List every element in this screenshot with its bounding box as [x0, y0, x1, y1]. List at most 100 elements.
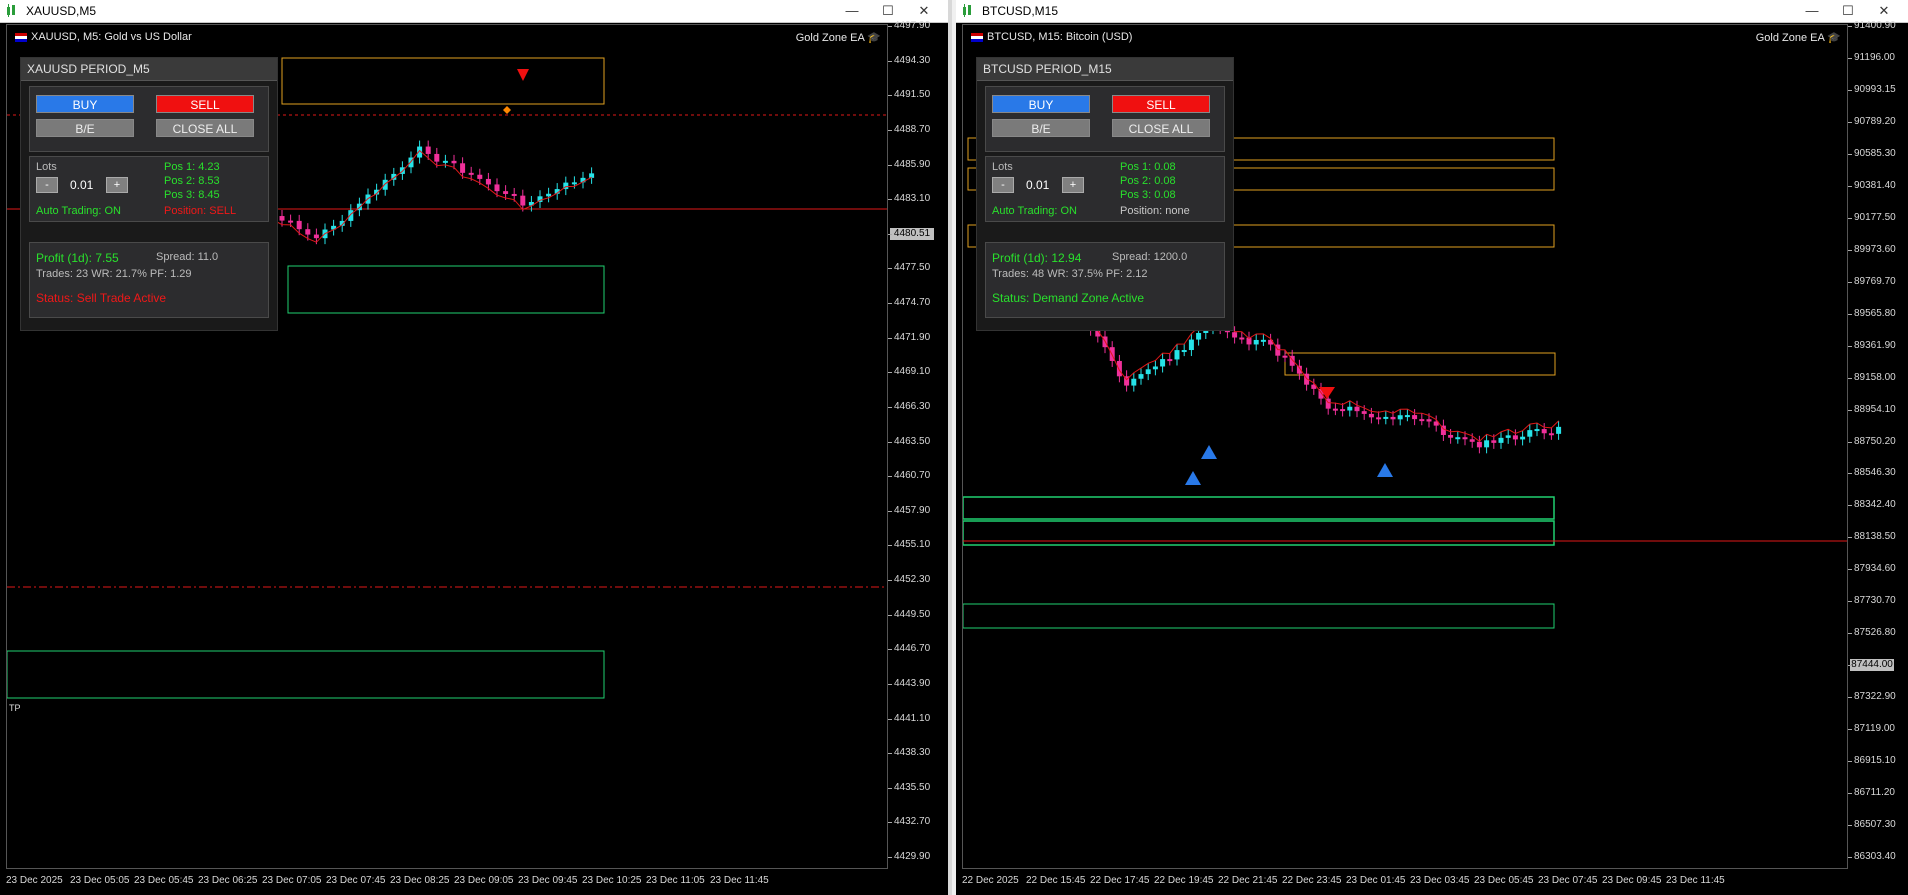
price-tick-mark [1848, 249, 1852, 251]
price-tick: 88546.30 [1854, 467, 1896, 479]
close-all-button[interactable]: CLOSE ALL [156, 119, 254, 137]
time-tick: 23 Dec 10:25 [582, 875, 642, 886]
right-ea-panel: BTCUSD PERIOD_M15 BUY SELL B/E CLOSE ALL… [976, 57, 1234, 331]
buy-button[interactable]: BUY [36, 95, 134, 113]
right-price-axis[interactable]: 91400.90 91196.00 90993.15 90789.20 90585.30… [1848, 20, 1908, 869]
candle-body [1253, 339, 1259, 345]
right-titlebar[interactable]: BTCUSD,M15 — ☐ ✕ [956, 0, 1908, 23]
price-tick-mark [888, 372, 892, 374]
price-tick-mark [1848, 761, 1852, 763]
price-tick: 4441.10 [894, 712, 931, 724]
time-tick: 23 Dec 11:05 [646, 875, 705, 886]
pos2: Pos 2: 8.53 [164, 175, 220, 187]
price-tick-mark [1848, 153, 1852, 155]
maximize-button[interactable]: ☐ [1830, 2, 1866, 20]
price-tick-mark [1848, 121, 1852, 123]
xauusd-chart-window[interactable]: XAUUSD,M5 — ☐ ✕ XAUUSD, M5: Gold vs US D… [0, 0, 952, 895]
price-tick-mark [1848, 793, 1852, 795]
price-tick: 86303.40 [1854, 851, 1896, 862]
lot-decrease-button[interactable]: - [992, 177, 1014, 193]
candle-body [1174, 350, 1180, 360]
price-tick-mark [888, 268, 892, 270]
price-tick: 4469.10 [894, 366, 931, 378]
candle-body [589, 173, 595, 178]
price-tick: 89973.60 [1854, 243, 1896, 255]
candle-body [1347, 406, 1353, 411]
price-tick: 4477.50 [894, 262, 931, 274]
price-tick: 4491.50 [894, 89, 931, 101]
left-titlebar[interactable]: XAUUSD,M5 — ☐ ✕ [0, 0, 948, 23]
lot-value[interactable]: 0.01 [70, 178, 93, 192]
chart-app-icon [963, 4, 971, 17]
buy-button[interactable]: BUY [992, 95, 1090, 113]
candle-body [1476, 441, 1482, 448]
time-tick: 23 Dec 2025 [6, 875, 63, 886]
breakeven-button[interactable]: B/E [36, 119, 134, 137]
time-tick: 22 Dec 15:45 [1026, 875, 1086, 886]
price-tick-mark [1848, 857, 1852, 858]
price-tick: 88954.10 [1854, 403, 1896, 415]
price-tick: 4438.30 [894, 747, 931, 759]
price-tick: 90177.50 [1854, 211, 1896, 223]
candle-body [1462, 437, 1468, 440]
candle-body [1404, 415, 1410, 418]
tp-label: TP [9, 703, 21, 713]
trades-stats: Trades: 23 WR: 21.7% PF: 1.29 [36, 268, 192, 280]
close-button[interactable]: ✕ [1866, 2, 1902, 20]
price-tick: 86915.10 [1854, 755, 1896, 767]
candle-body [442, 160, 448, 163]
left-time-axis[interactable]: 23 Dec 2025 23 Dec 05:05 23 Dec 05:45 23 De… [6, 869, 888, 895]
price-tick: 89158.00 [1854, 371, 1896, 383]
maximize-button[interactable]: ☐ [870, 2, 906, 20]
left-price-axis[interactable]: 4497.90 4494.30 4491.50 4488.70 4485.90 4483.… [888, 20, 948, 869]
close-button[interactable]: ✕ [906, 2, 942, 20]
time-tick: 23 Dec 11:45 [710, 875, 769, 886]
sell-button[interactable]: SELL [1112, 95, 1210, 113]
lot-increase-button[interactable]: + [1062, 177, 1084, 193]
sell-button[interactable]: SELL [156, 95, 254, 113]
candle-body [1160, 359, 1166, 367]
price-tick: 87730.70 [1854, 595, 1896, 607]
price-tick: 4483.10 [894, 193, 931, 205]
candle-body [1181, 350, 1187, 353]
price-tick-mark [888, 337, 892, 339]
price-tick: 4429.90 [894, 851, 931, 862]
candle-body [1145, 369, 1151, 375]
price-tick: 4494.30 [894, 54, 931, 66]
btcusd-chart-window[interactable]: BTCUSD,M15 — ☐ ✕ BTCUSD, M15: Bitcoin (U… [956, 0, 1908, 895]
lot-value[interactable]: 0.01 [1026, 178, 1049, 192]
time-tick: 23 Dec 09:05 [454, 875, 514, 886]
price-tick-mark [1848, 665, 1852, 667]
left-symbol-label: XAUUSD, M5: Gold vs US Dollar [31, 31, 192, 43]
lot-decrease-button[interactable]: - [36, 177, 58, 193]
candle-body [1239, 337, 1245, 340]
price-tick: 4471.90 [894, 331, 931, 343]
ea-status: Status: Demand Zone Active [992, 291, 1145, 305]
candle-body [296, 220, 302, 230]
right-time-axis[interactable]: 22 Dec 2025 22 Dec 15:45 22 Dec 17:45 22 De… [962, 869, 1848, 895]
minimize-button[interactable]: — [1794, 2, 1830, 20]
candle-body [1527, 430, 1533, 437]
auto-trading-status: Auto Trading: ON [992, 205, 1077, 217]
price-tick-mark [1848, 569, 1852, 571]
candle-body [503, 191, 509, 194]
breakeven-button[interactable]: B/E [992, 119, 1090, 137]
candle-body [1376, 417, 1382, 420]
price-tick: 4488.70 [894, 123, 931, 135]
candle-body [1491, 440, 1497, 443]
candle-body [434, 153, 440, 162]
candle-body [1116, 360, 1122, 377]
price-tick-mark [888, 303, 892, 304]
left-ea-label: Gold Zone EA 🎓 [795, 32, 881, 44]
lot-increase-button[interactable]: + [106, 177, 128, 193]
pos1: Pos 1: 0.08 [1120, 161, 1176, 173]
price-tick: 88750.20 [1854, 435, 1896, 447]
price-tick: 88342.40 [1854, 499, 1896, 511]
minimize-button[interactable]: — [834, 2, 870, 20]
candle-body [1332, 408, 1338, 411]
stats-box: Profit (1d): 7.55 Spread: 11.0 Trades: 2… [29, 242, 269, 318]
close-all-button[interactable]: CLOSE ALL [1112, 119, 1210, 137]
candle-body [1354, 406, 1360, 412]
price-tick: 87322.90 [1854, 691, 1896, 703]
candle-body [1469, 439, 1475, 442]
